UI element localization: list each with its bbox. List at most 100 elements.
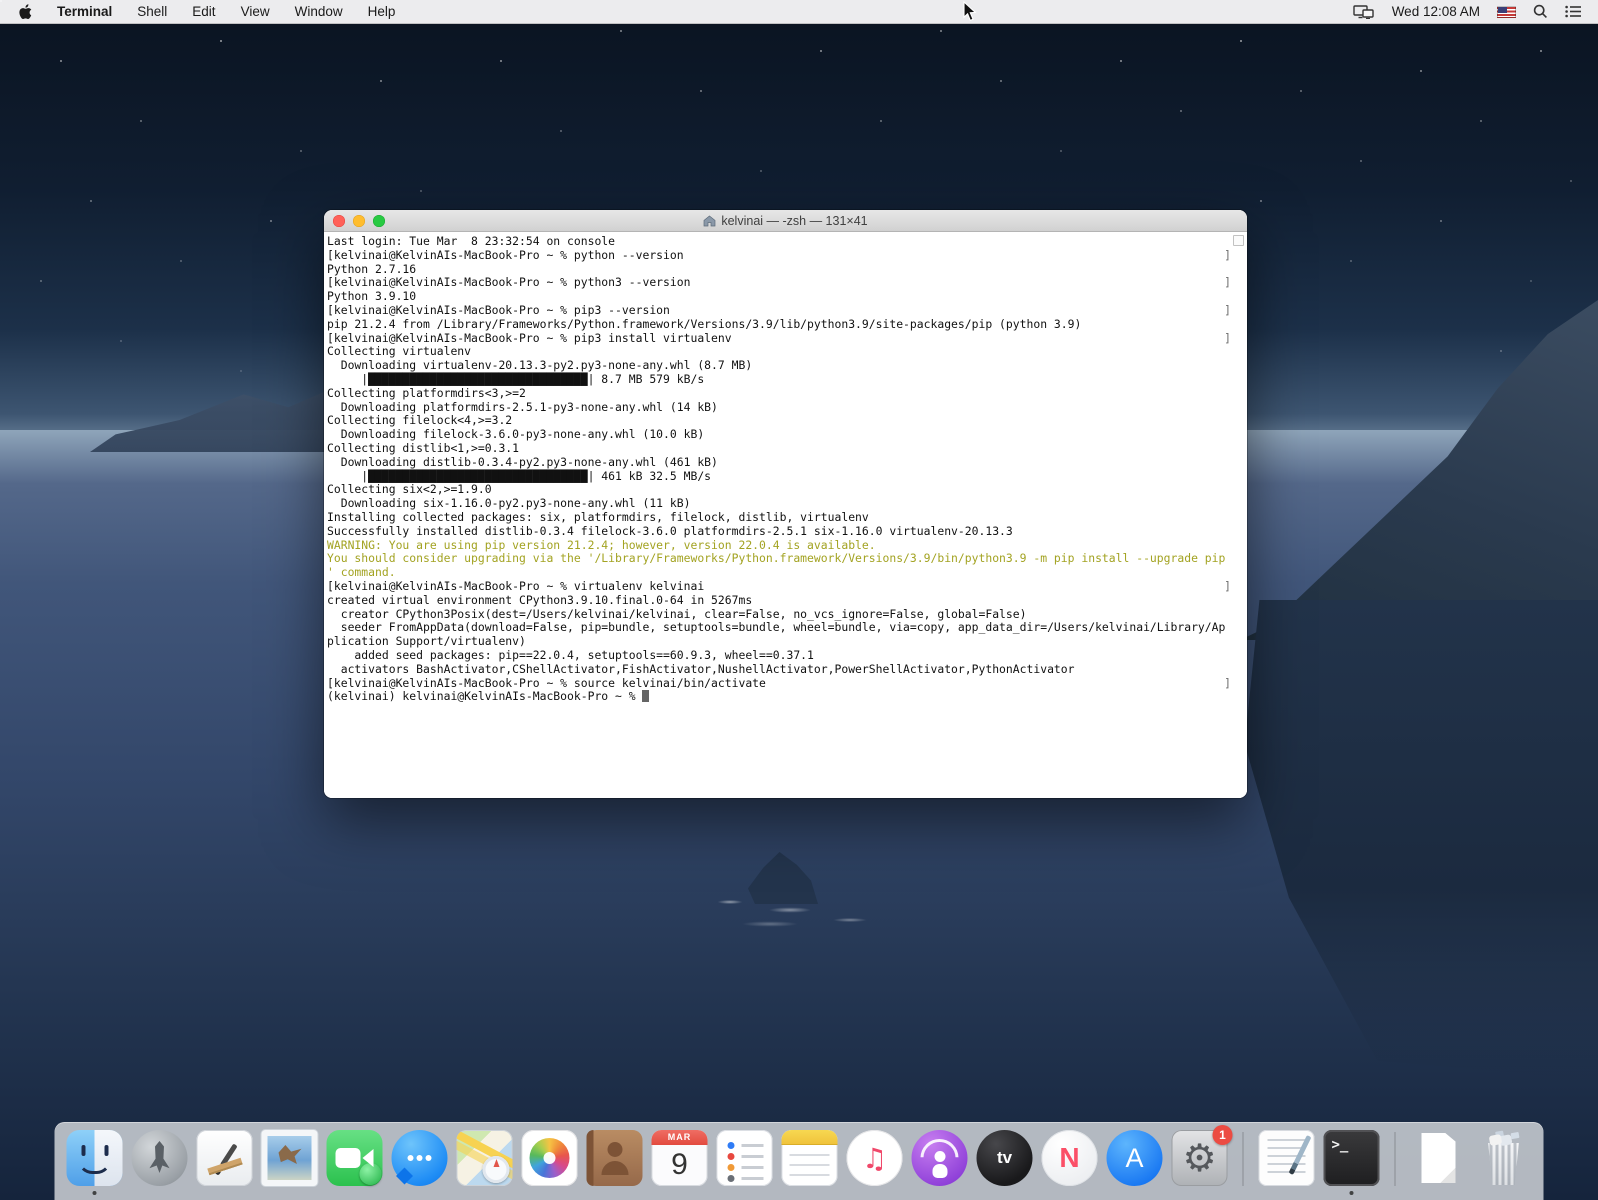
terminal-line: (kelvinai) kelvinai@KelvinAIs-MacBook-Pr… xyxy=(327,690,1247,704)
menu-bar-clock[interactable]: Wed 12:08 AM xyxy=(1392,4,1480,19)
terminal-line: [kelvinai@KelvinAIs-MacBook-Pro ~ % virt… xyxy=(327,580,1247,594)
contacts-icon xyxy=(587,1130,643,1186)
terminal-line: You should consider upgrading via the '/… xyxy=(327,552,1247,566)
dock-item-tv[interactable]: tv xyxy=(977,1130,1033,1186)
dock-item-maps[interactable] xyxy=(457,1130,513,1186)
display-mirroring-icon[interactable] xyxy=(1353,5,1375,19)
tv-icon: tv xyxy=(977,1130,1033,1186)
dock-item-document[interactable] xyxy=(1411,1130,1467,1186)
menu-shell[interactable]: Shell xyxy=(137,4,167,19)
menu-window[interactable]: Window xyxy=(295,4,343,19)
facetime-icon xyxy=(327,1130,383,1186)
dock-item-finder[interactable] xyxy=(67,1130,123,1186)
notification-badge: 1 xyxy=(1213,1125,1233,1145)
terminal-line: |████████████████████████████████| 8.7 M… xyxy=(327,373,1247,387)
dock-item-reminders[interactable] xyxy=(717,1130,773,1186)
dock-divider xyxy=(1243,1132,1244,1186)
music-icon: ♫ xyxy=(847,1130,903,1186)
dock-item-news[interactable]: N xyxy=(1042,1130,1098,1186)
terminal-line: [kelvinai@KelvinAIs-MacBook-Pro ~ % pip3… xyxy=(327,332,1247,346)
terminal-line: [kelvinai@KelvinAIs-MacBook-Pro ~ % pyth… xyxy=(327,249,1247,263)
dock-item-podcasts[interactable] xyxy=(912,1130,968,1186)
dock-item-generic-app[interactable] xyxy=(197,1130,253,1186)
dock-divider xyxy=(1395,1132,1396,1186)
terminal-line: pip 21.2.4 from /Library/Frameworks/Pyth… xyxy=(327,318,1247,332)
terminal-line: Installing collected packages: six, plat… xyxy=(327,511,1247,525)
dock-item-trash[interactable] xyxy=(1476,1130,1532,1186)
calendar-month-label: MAR xyxy=(652,1132,708,1142)
terminal-line: Downloading distlib-0.3.4-py2.py3-none-a… xyxy=(327,456,1247,470)
notes-icon xyxy=(782,1130,838,1186)
desktop[interactable]: Terminal Shell Edit View Window Help Wed… xyxy=(0,0,1598,1200)
dock-item-messages[interactable] xyxy=(392,1130,448,1186)
mail-icon xyxy=(262,1130,318,1186)
document-icon xyxy=(1411,1130,1467,1186)
dock-item-facetime[interactable] xyxy=(327,1130,383,1186)
window-title: kelvinai — -zsh — 131×41 xyxy=(721,214,867,228)
dock-item-mail[interactable] xyxy=(262,1130,318,1186)
terminal-line: ' command. xyxy=(327,566,1247,580)
terminal-line: [kelvinai@KelvinAIs-MacBook-Pro ~ % sour… xyxy=(327,677,1247,691)
news-glyph: N xyxy=(1042,1130,1098,1186)
menu-edit[interactable]: Edit xyxy=(192,4,215,19)
terminal-line: Downloading platformdirs-2.5.1-py3-none-… xyxy=(327,401,1247,415)
menu-bar: Terminal Shell Edit View Window Help Wed… xyxy=(0,0,1598,24)
close-button[interactable] xyxy=(333,215,345,227)
appstore-glyph: A xyxy=(1107,1130,1163,1186)
trash-icon xyxy=(1476,1130,1532,1186)
terminal-line: Collecting six<2,>=1.9.0 xyxy=(327,483,1247,497)
dock-item-system-preferences[interactable]: ⚙1 xyxy=(1172,1130,1228,1186)
maps-icon xyxy=(457,1130,513,1186)
terminal-line: Last login: Tue Mar 8 23:32:54 on consol… xyxy=(327,235,1247,249)
messages-icon xyxy=(392,1130,448,1186)
terminal-line: activators BashActivator,CShellActivator… xyxy=(327,663,1247,677)
dock-item-appstore[interactable]: A xyxy=(1107,1130,1163,1186)
generic-app-icon xyxy=(197,1130,253,1186)
dock-item-photos[interactable] xyxy=(522,1130,578,1186)
music-glyph: ♫ xyxy=(847,1130,903,1186)
terminal-line: added seed packages: pip==22.0.4, setupt… xyxy=(327,649,1247,663)
calendar-day-label: 9 xyxy=(652,1143,708,1186)
active-app-name[interactable]: Terminal xyxy=(57,4,112,19)
terminal-line: Collecting filelock<4,>=3.2 xyxy=(327,414,1247,428)
dock: MAR9 ♫ tvNA⚙1 >_ xyxy=(55,1122,1544,1200)
terminal-line: Collecting virtualenv xyxy=(327,345,1247,359)
minimize-button[interactable] xyxy=(353,215,365,227)
dock-item-terminal[interactable]: >_ xyxy=(1324,1130,1380,1186)
terminal-line: created virtual environment CPython3.9.1… xyxy=(327,594,1247,608)
running-indicator xyxy=(1350,1191,1354,1195)
dock-item-textedit[interactable] xyxy=(1259,1130,1315,1186)
dock-item-calendar[interactable]: MAR9 xyxy=(652,1130,708,1186)
terminal-line: [kelvinai@KelvinAIs-MacBook-Pro ~ % pip3… xyxy=(327,304,1247,318)
dock-item-notes[interactable] xyxy=(782,1130,838,1186)
window-titlebar[interactable]: kelvinai — -zsh — 131×41 xyxy=(324,210,1247,232)
calendar-icon: MAR9 xyxy=(652,1130,708,1186)
mouse-cursor xyxy=(963,1,977,27)
terminal-cursor xyxy=(642,690,649,702)
dock-item-contacts[interactable] xyxy=(587,1130,643,1186)
terminal-line: Downloading filelock-3.6.0-py3-none-any.… xyxy=(327,428,1247,442)
terminal-window[interactable]: kelvinai — -zsh — 131×41 Last login: Tue… xyxy=(324,210,1247,798)
apple-menu-icon[interactable] xyxy=(18,4,32,20)
terminal-line: Python 3.9.10 xyxy=(327,290,1247,304)
dock-item-launchpad[interactable] xyxy=(132,1130,188,1186)
wallpaper-foam xyxy=(700,896,890,930)
terminal-line: |████████████████████████████████| 461 k… xyxy=(327,470,1247,484)
menu-help[interactable]: Help xyxy=(368,4,396,19)
notification-list-icon[interactable] xyxy=(1565,5,1582,18)
zoom-button[interactable] xyxy=(373,215,385,227)
terminal-output[interactable]: Last login: Tue Mar 8 23:32:54 on consol… xyxy=(324,232,1247,798)
textedit-icon xyxy=(1259,1130,1315,1186)
menu-view[interactable]: View xyxy=(241,4,270,19)
home-folder-icon xyxy=(703,215,716,227)
dock-item-music[interactable]: ♫ xyxy=(847,1130,903,1186)
keyboard-flag-us-icon[interactable] xyxy=(1497,6,1516,18)
terminal-line: Collecting platformdirs<3,>=2 xyxy=(327,387,1247,401)
podcasts-icon xyxy=(912,1130,968,1186)
terminal-line: [kelvinai@KelvinAIs-MacBook-Pro ~ % pyth… xyxy=(327,276,1247,290)
spotlight-search-icon[interactable] xyxy=(1533,4,1548,19)
tv-glyph: tv xyxy=(977,1130,1033,1186)
terminal-line: Python 2.7.16 xyxy=(327,263,1247,277)
terminal-line: WARNING: You are using pip version 21.2.… xyxy=(327,539,1247,553)
reminders-icon xyxy=(717,1130,773,1186)
